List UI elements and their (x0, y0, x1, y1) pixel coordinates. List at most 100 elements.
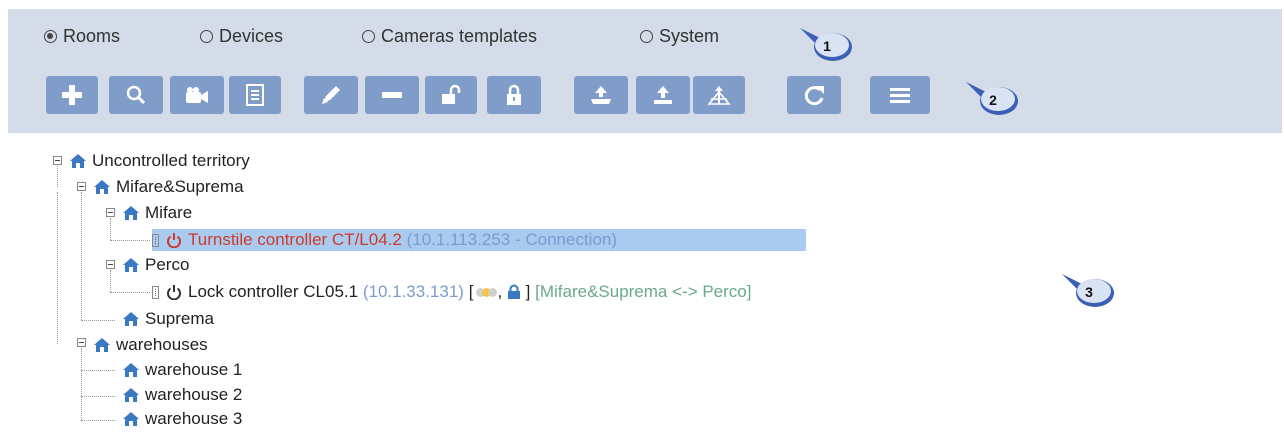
camera-icon (186, 87, 208, 103)
upload-tray-icon (591, 86, 611, 104)
tree-node-label: warehouse 3 (145, 409, 243, 428)
tree-node-label: Mifare (145, 203, 193, 222)
tree-connector (81, 320, 115, 321)
radio-devices[interactable]: Devices (200, 26, 283, 47)
tree-node-suprema[interactable]: Suprema (122, 308, 214, 330)
home-icon (123, 206, 139, 220)
tree-node-label: warehouses (116, 335, 208, 354)
minus-icon (382, 92, 402, 98)
camera-button[interactable] (170, 76, 224, 114)
radio-cameras-templates-label: Cameras templates (381, 26, 538, 46)
radio-cameras-templates[interactable]: Cameras templates (362, 26, 537, 47)
home-icon (123, 388, 139, 402)
power-icon (167, 233, 181, 248)
home-icon (70, 154, 86, 168)
collapse-toggle-icon[interactable] (77, 338, 86, 347)
list-button[interactable] (229, 76, 281, 114)
refresh-icon (804, 86, 824, 106)
tree-connector (110, 240, 150, 241)
add-button[interactable] (46, 76, 98, 114)
device-icon (152, 233, 159, 247)
tree-node-warehouse-1[interactable]: warehouse 1 (122, 359, 242, 381)
collapse-toggle-icon[interactable] (77, 182, 86, 191)
upload-button[interactable] (636, 76, 690, 114)
home-icon (123, 312, 139, 326)
tree-connector (81, 370, 115, 371)
device-name: Turnstile controller CT/L04.2 (188, 230, 402, 249)
add-icon (62, 85, 82, 105)
tree-upload-button[interactable] (693, 76, 745, 114)
tree-node-perco[interactable]: Perco (122, 254, 189, 276)
collapse-toggle-icon[interactable] (53, 156, 62, 165)
tree-connector (81, 192, 82, 320)
tree-upload-icon (707, 86, 731, 105)
bracket-open: [ (468, 282, 474, 301)
tree-connector (110, 218, 111, 240)
status-lights-icon (476, 287, 498, 297)
tree-connector (81, 396, 115, 397)
tree-node-warehouse-3[interactable]: warehouse 3 (122, 408, 242, 430)
radio-system-label: System (659, 26, 720, 46)
device-zone: [Mifare&Suprema <-> Perco] (535, 282, 752, 301)
menu-icon (890, 88, 910, 103)
radio-icon[interactable] (640, 30, 653, 43)
search-button[interactable] (109, 76, 163, 114)
home-icon (123, 412, 139, 426)
search-icon (126, 85, 146, 105)
device-connection-info: (10.1.113.253 - Connection) (406, 230, 618, 249)
tree-node-lock-controller[interactable]: Lock controller CL05.1 (10.1.33.131) [ ,… (152, 281, 751, 303)
upload-icon (654, 86, 672, 104)
tree-node-label: Mifare&Suprema (116, 177, 244, 196)
collapse-toggle-icon[interactable] (106, 260, 115, 269)
home-icon (94, 338, 110, 352)
edit-button[interactable] (304, 76, 358, 114)
callout-1-label: 1 (823, 38, 831, 54)
tree-node-label: warehouse 2 (145, 385, 243, 404)
home-icon (123, 258, 139, 272)
tree-node-mifare-suprema[interactable]: Mifare&Suprema (93, 176, 244, 198)
callout-2-label: 2 (989, 92, 997, 108)
callout-1: 1 (800, 28, 854, 64)
radio-selected-icon[interactable] (44, 30, 57, 43)
collapse-toggle-icon[interactable] (106, 208, 115, 217)
radio-rooms-label: Rooms (63, 26, 121, 46)
lock-status-icon (507, 284, 520, 299)
tree-connector (110, 270, 111, 292)
home-icon (123, 363, 139, 377)
tree-node-turnstile-controller[interactable]: Turnstile controller CT/L04.2 (10.1.113.… (152, 229, 806, 251)
unlock-button[interactable] (425, 76, 477, 114)
tree-node-label: Suprema (145, 309, 214, 328)
tree-connector (57, 192, 58, 344)
radio-system[interactable]: System (640, 26, 719, 47)
tree-node-mifare[interactable]: Mifare (122, 202, 192, 224)
device-ip: (10.1.33.131) (362, 282, 464, 301)
radio-devices-label: Devices (219, 26, 284, 46)
tree-node-label: Perco (145, 255, 190, 274)
radio-icon[interactable] (362, 30, 375, 43)
tree-node-label: warehouse 1 (145, 360, 243, 379)
callout-2: 2 (966, 82, 1020, 118)
tree-connector (110, 292, 150, 293)
remove-button[interactable] (365, 76, 419, 114)
radio-icon[interactable] (200, 30, 213, 43)
home-icon (94, 180, 110, 194)
device-icon (152, 285, 159, 299)
power-icon (167, 285, 181, 300)
list-icon (246, 84, 264, 106)
tree-node-root[interactable]: Uncontrolled territory (69, 150, 250, 172)
callout-3-label: 3 (1085, 284, 1093, 300)
menu-button[interactable] (870, 76, 930, 114)
tree-connector (57, 166, 58, 187)
tree-node-warehouses[interactable]: warehouses (93, 334, 208, 356)
tree-node-warehouse-2[interactable]: warehouse 2 (122, 384, 242, 406)
upload-tray-button[interactable] (574, 76, 628, 114)
lock-button[interactable] (487, 76, 541, 114)
radio-rooms[interactable]: Rooms (44, 26, 120, 47)
tree-connector (81, 420, 115, 421)
lock-icon (507, 84, 521, 105)
bracket-close: ] (525, 282, 531, 301)
callout-3: 3 (1062, 274, 1116, 310)
separator: , (497, 282, 503, 301)
refresh-button[interactable] (787, 76, 841, 114)
tree-node-label: Uncontrolled territory (92, 151, 250, 170)
